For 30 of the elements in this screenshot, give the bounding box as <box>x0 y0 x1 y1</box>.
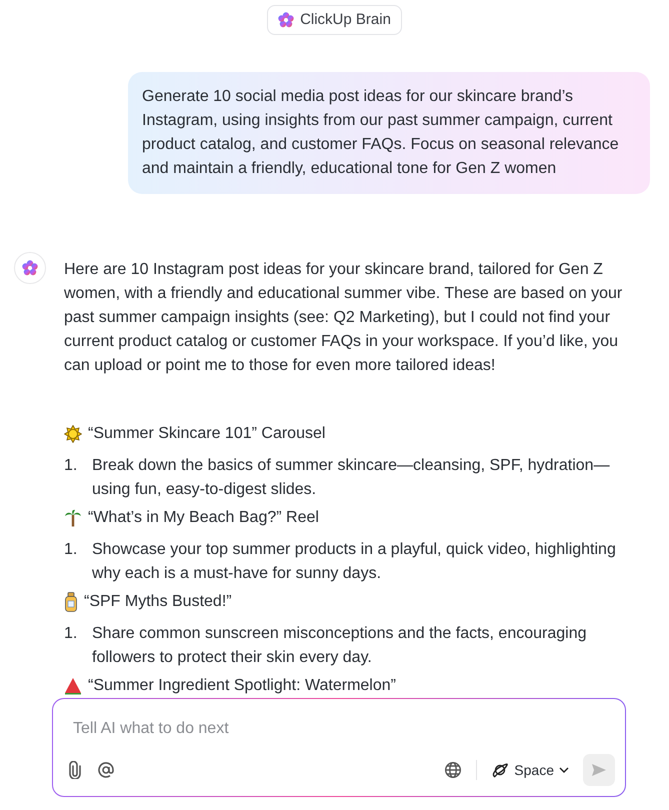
idea-title: “SPF Myths Busted!” <box>84 592 232 612</box>
sun-icon <box>64 425 82 443</box>
chevron-down-icon <box>559 767 569 773</box>
send-icon <box>591 763 607 777</box>
user-message-bubble: Generate 10 social media post ideas for our skincare brand’s Instagram, using insights from our past summer campaign, current product catalog, and customer FAQs. Focus on seasonal relevance and maintain a friendly, educational tone for Gen Z women <box>128 72 650 194</box>
palm-tree-icon <box>64 509 82 527</box>
idea-title: “What’s in My Beach Bag?” Reel <box>88 508 319 528</box>
watermelon-slice-icon <box>64 677 82 695</box>
prompt-input[interactable]: Tell AI what to do next <box>67 713 627 745</box>
planet-icon <box>491 761 510 779</box>
web-search-button[interactable] <box>444 761 462 779</box>
idea-title: “Summer Skincare 101” Carousel <box>88 424 326 444</box>
brain-title: ClickUp Brain <box>300 10 391 30</box>
idea-description: Share common sunscreen misconceptions and the facts, encouraging followers to protect their skin every day. <box>92 624 588 668</box>
assistant-message-text: Here are 10 Instagram post ideas for your skincare brand, tailored for Gen Z women, with a friendly and educational summer vibe. These are based on your past summer campaign insights (see: Q2 Marketing), but I could not find your current product catalog or customer FAQs in your workspace. If you’d like, you can upload or point me to those for even more tailored ideas! <box>64 260 624 376</box>
globe-icon <box>444 761 462 779</box>
bottle-icon <box>64 592 78 612</box>
attach-button[interactable] <box>67 761 83 779</box>
brain-logo-icon <box>22 260 38 276</box>
brain-logo-icon <box>278 12 294 28</box>
list-number: 1. <box>64 624 78 644</box>
list-number: 1. <box>64 456 78 476</box>
idea-description: Break down the basics of summer skincare—cleansing, SPF, hydration—using fun, easy-to-digest slides. <box>92 456 611 500</box>
list-number: 1. <box>64 540 78 560</box>
paperclip-icon <box>67 761 83 779</box>
space-selector[interactable]: Space <box>491 758 569 782</box>
idea-description: Showcase your top summer products in a playful, quick video, highlighting why each is a must-have for sunny days. <box>92 540 617 584</box>
mention-button[interactable] <box>97 761 115 779</box>
idea-title: “Summer Ingredient Spotlight: Watermelon” <box>88 676 396 696</box>
at-sign-icon <box>97 761 115 779</box>
